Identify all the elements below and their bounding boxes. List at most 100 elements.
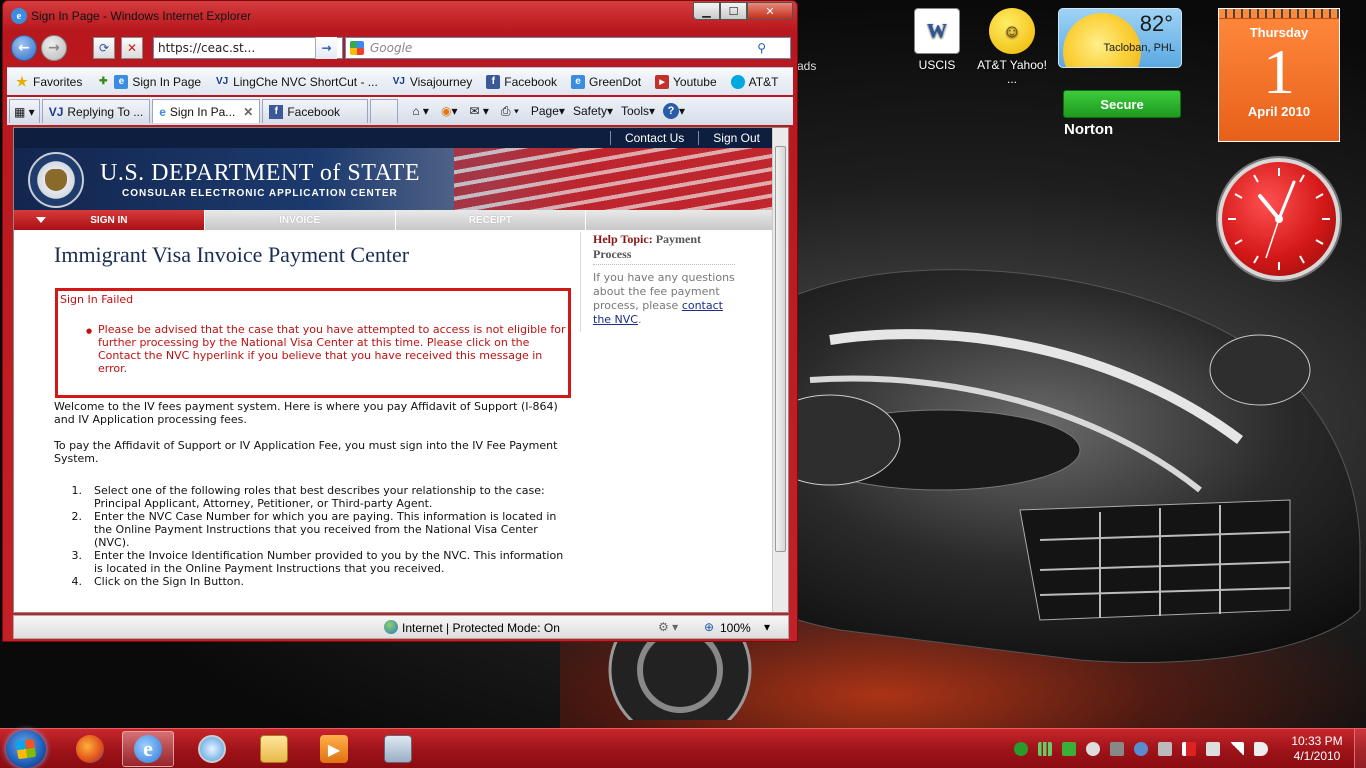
forward-arrow-icon: → [48, 40, 60, 56]
stop-button[interactable]: ✕ [121, 37, 143, 59]
favorites-button[interactable]: ★ Favorites [15, 74, 82, 89]
ie-logo-icon: e [11, 8, 27, 24]
desktop-icon-label: USCIS [918, 58, 956, 72]
ie-page-icon: e [159, 104, 166, 119]
new-tab-button[interactable] [370, 99, 399, 123]
go-button[interactable]: → [315, 37, 337, 59]
globe-tray-icon[interactable] [1134, 742, 1148, 756]
wifi-bars-icon[interactable] [1230, 742, 1244, 756]
refresh-button[interactable]: ⟳ [93, 37, 115, 59]
ie-page-icon: e [114, 74, 129, 89]
mail-button[interactable]: ✉ ▾ [469, 104, 488, 118]
favorite-item-facebook[interactable]: f Facebook [486, 74, 557, 89]
favorite-item-greendot[interactable]: e GreenDot [571, 74, 642, 89]
facebook-icon: f [269, 104, 284, 119]
clock-gadget[interactable] [1218, 158, 1340, 280]
title-bar[interactable]: e Sign In Page - Windows Internet Explor… [3, 1, 797, 31]
chevron-down-icon[interactable]: ▾ [764, 620, 770, 634]
page-viewport[interactable]: Contact Us Sign Out U.S. DEPARTMENT of S… [13, 127, 789, 613]
favorite-item-lingche[interactable]: VJ LingChe NVC ShortCut - ... [215, 75, 378, 89]
desktop-icon-uscis[interactable]: W USCIS [902, 8, 972, 72]
vertical-scrollbar[interactable] [772, 128, 788, 612]
quick-tabs-button[interactable]: ▦ ▾ [9, 99, 40, 123]
tools-menu-label: Tools [621, 104, 650, 118]
media-player-icon: ▶ [320, 735, 348, 763]
usb-device-icon[interactable] [1206, 742, 1220, 756]
state-department-seal-icon [28, 152, 84, 208]
step-label: SIGN IN [90, 214, 128, 226]
close-button[interactable]: ✕ [747, 2, 793, 20]
maximize-button[interactable]: ☐ [720, 2, 747, 20]
tab-sign-in-page[interactable]: e Sign In Pa... ✕ [152, 99, 261, 123]
back-arrow-icon: ← [18, 40, 30, 56]
minimize-button[interactable]: ▁ [693, 2, 720, 20]
page-menu[interactable]: Page ▾ [531, 104, 565, 118]
zoom-level[interactable]: 100% [720, 621, 751, 635]
favorite-label: GreenDot [589, 74, 642, 89]
action-center-flag-icon[interactable] [1182, 742, 1196, 756]
weather-gadget[interactable]: 82° Tacloban, PHL [1058, 8, 1182, 68]
ie-window[interactable]: e Sign In Page - Windows Internet Explor… [2, 0, 798, 642]
search-box[interactable]: Google ⚲ [345, 37, 791, 59]
navigation-bar: ← → ⟳ ✕ https://ceac.st... 🔒 → Google ⚲ [7, 33, 793, 63]
taskbar-internet-explorer[interactable]: e [122, 731, 174, 767]
clock-face-icon [1228, 168, 1330, 270]
tab-facebook[interactable]: f Facebook [262, 99, 369, 123]
show-desktop-button[interactable] [1354, 729, 1366, 768]
home-button[interactable]: ⌂ ▾ [412, 104, 429, 118]
taskbar-clock[interactable]: 10:33 PM 4/1/2010 [1286, 734, 1348, 764]
favorite-item-sign-in-page[interactable]: ✚ e Sign In Page [96, 74, 202, 89]
list-item: 2. Enter the NVC Case Number for which yo… [54, 510, 574, 549]
instructions-list: 1. Select one of the following roles that… [54, 484, 574, 588]
start-button[interactable] [6, 730, 46, 768]
contact-us-link[interactable]: Contact Us [609, 131, 698, 145]
feeds-button[interactable]: ◉ ▾ [441, 104, 458, 118]
norton-secure-button[interactable]: Secure [1063, 90, 1181, 118]
error-item: Please be advised that the case that you… [86, 323, 566, 375]
back-button[interactable]: ← [11, 35, 37, 61]
signal-strength-icon[interactable] [1038, 742, 1052, 756]
taskbar-calculator[interactable] [372, 731, 424, 767]
forward-button[interactable]: → [41, 35, 67, 61]
favorite-label: Youtube [673, 74, 717, 89]
rss-icon: ◉ [440, 104, 452, 118]
sign-out-link[interactable]: Sign Out [698, 131, 774, 145]
desktop-icon-label: AT&T Yahoo! ... [977, 58, 1047, 86]
help-button[interactable]: ? ▾ [663, 103, 685, 119]
favorite-item-visajourney[interactable]: VJ Visajourney [392, 75, 473, 89]
favorite-label: Sign In Page [132, 74, 202, 89]
desktop-icon-att-yahoo[interactable]: ☺ AT&T Yahoo! ... [977, 8, 1047, 86]
safety-menu-label: Safety [572, 104, 607, 118]
site-banner: U.S. DEPARTMENT of STATE CONSULAR ELECTR… [14, 148, 774, 210]
close-tab-icon[interactable]: ✕ [243, 105, 253, 119]
department-title: U.S. DEPARTMENT of STATE [100, 160, 421, 186]
mail-icon: ✉ ▾ [469, 104, 489, 118]
home-network-icon[interactable] [1062, 742, 1076, 756]
scrollbar-thumb[interactable] [775, 146, 786, 552]
protected-mode-icon[interactable]: ⚙ ▾ [658, 620, 678, 634]
security-zone[interactable]: Internet | Protected Mode: On [402, 621, 560, 635]
tray-network-status-icon[interactable] [1014, 742, 1028, 756]
display-icon[interactable] [1110, 742, 1124, 756]
google-icon [350, 41, 364, 55]
taskbar-firefox[interactable] [64, 731, 116, 767]
print-button[interactable]: ⎙ ▾ [501, 104, 519, 119]
monitor-icon[interactable] [1158, 742, 1172, 756]
favorites-bar: ★ Favorites ✚ e Sign In Page VJ LingChe … [7, 67, 793, 95]
safety-menu[interactable]: Safety ▾ [573, 104, 613, 118]
search-placeholder: Google [370, 41, 413, 55]
favorite-item-youtube[interactable]: ▶ Youtube [655, 74, 717, 89]
tools-menu[interactable]: Tools ▾ [621, 104, 655, 118]
volume-icon[interactable] [1254, 742, 1268, 756]
vj-icon: VJ [392, 76, 405, 87]
taskbar-explorer[interactable] [248, 731, 300, 767]
calendar-gadget[interactable]: Thursday 1 April 2010 [1218, 8, 1340, 142]
yahoo-messenger-icon: ☺ [989, 8, 1035, 54]
favorite-item-att[interactable]: AT&T [730, 74, 778, 89]
search-icon[interactable]: ⚲ [757, 41, 766, 55]
taskbar-safari[interactable] [186, 731, 238, 767]
taskbar-media-player[interactable]: ▶ [308, 731, 360, 767]
messenger-icon[interactable] [1086, 742, 1100, 756]
tab-replying-to[interactable]: VJ Replying To ... [41, 99, 151, 123]
sun-icon [1063, 13, 1141, 67]
